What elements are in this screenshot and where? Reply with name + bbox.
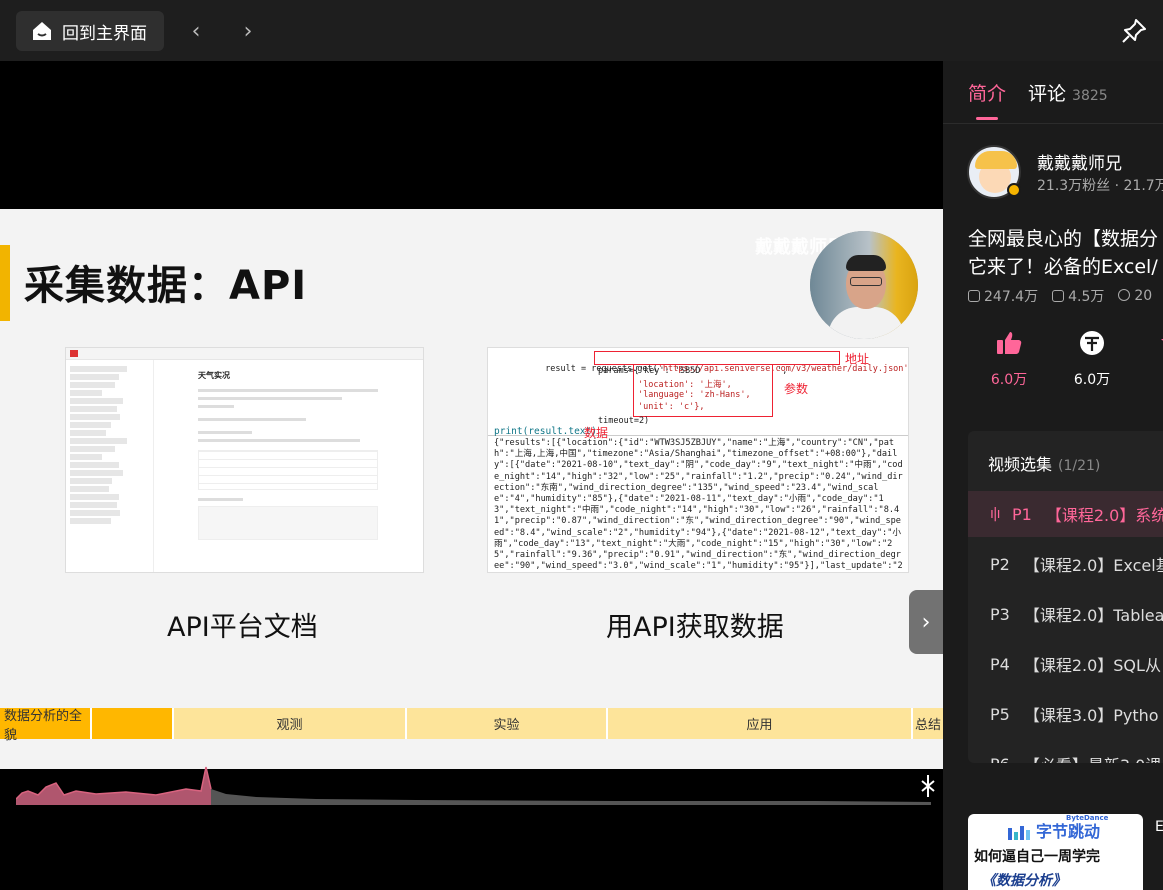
pin-icon[interactable] [1119,16,1149,46]
progress-heat-waveform[interactable] [16,761,931,805]
active-tab-underline [976,117,998,120]
left-caption: API平台文档 [167,612,318,643]
code-editor: result = requests.get('https://api.seniv… [488,348,908,440]
home-icon [33,22,51,40]
episode-list: 视频选集 (1/21) ı|ı P1 【课程2.0】系统 P2 【课程2.0】Ex… [968,431,1163,763]
ad-brand: ByteDance 字节跳动 [1036,814,1109,841]
right-sidebar: 简介 评论 3825 戴戴戴师兄 21.3万粉丝 · 21.7万 全网最良心的【数… [943,61,1163,890]
slide-frame: 采集数据：API 戴戴戴师兄 天气实况 result = requests.ge… [0,209,943,769]
note-params: 参数 [784,382,809,396]
api-doc-screenshot: 天气实况 [65,347,424,573]
episode-item[interactable]: P3 【课程2.0】Tablea [968,591,1163,637]
episode-item[interactable]: ı|ı P1 【课程2.0】系统 [968,491,1163,537]
ad-brand-small: ByteDance [1066,814,1109,822]
doc-sidebar [66,360,154,572]
doc-logo-icon [70,350,78,357]
ad-side-text: E [1155,819,1163,835]
back-to-home-button[interactable]: 回到主界面 [16,11,164,51]
presenter-webcam [810,231,918,339]
doc-heading: 天气实况 [198,371,230,380]
view-count: 247.4万 [984,289,1039,305]
back-arrow-icon[interactable]: ‹ [184,18,208,44]
divider [943,123,1163,124]
publish-date: 20 [1134,288,1153,304]
uploader-stats: 21.3万粉丝 · 21.7万 [1037,178,1163,194]
chapter-segment[interactable]: 观测 [174,708,407,739]
comments-count: 3825 [1072,88,1108,104]
sponsored-ad-card[interactable]: ByteDance 字节跳动 如何逼自己一周学完 《数据分析》 [968,814,1143,890]
ad-subline: 《数据分析》 [982,873,1066,889]
like-button[interactable]: 6.0万 [979,329,1039,389]
playing-bars-icon: ı|ı [990,506,1001,522]
uploader-name[interactable]: 戴戴戴师兄 [1037,149,1122,174]
sidebar-tabs: 简介 评论 3825 [968,79,1108,106]
danmaku-count: 4.5万 [1068,289,1105,305]
code-line-print: print(result.text) [494,426,597,437]
coin-icon [1080,331,1104,355]
json-output: {"results":[{"location":{"id":"WTW3SJ5ZB… [494,438,903,572]
note-url: 地址 [845,352,870,366]
episode-item[interactable]: P6 【必看】最新3.0课 [968,741,1163,764]
favorite-button[interactable]: 1 [1143,329,1163,385]
star-icon [1161,339,1163,341]
right-caption: 用API获取数据 [606,612,784,643]
video-player[interactable]: 采集数据：API 戴戴戴师兄 天气实况 result = requests.ge… [0,61,943,890]
tab-intro[interactable]: 简介 [968,79,1006,106]
coin-button[interactable]: 6.0万 [1062,329,1122,389]
video-meta: 247.4万 4.5万 20 [968,286,1152,306]
chapter-segment[interactable] [92,708,174,739]
slide-accent-bar [0,245,10,321]
episode-item[interactable]: P4 【课程2.0】SQL从 [968,641,1163,687]
thumbs-up-icon [997,332,1022,354]
api-code-screenshot: result = requests.get('https://api.seniv… [487,347,909,573]
scrub-handle-icon[interactable] [920,775,936,797]
doc-header [66,348,423,360]
top-bar: 回到主界面 ‹ › [0,0,1163,61]
bytedance-logo-icon [1008,826,1030,840]
favorite-count: 1 [1143,369,1163,385]
episode-item[interactable]: P5 【课程3.0】Pytho [968,691,1163,737]
tab-comments[interactable]: 评论 3825 [1028,79,1108,106]
verified-badge-icon [1007,183,1021,197]
params-highlight-box [633,364,773,417]
coin-count: 6.0万 [1073,372,1111,388]
chapter-segment[interactable]: 总结 [913,708,943,739]
slide-title: 采集数据：API [24,263,308,309]
episode-item[interactable]: P2 【课程2.0】Excel基 [968,541,1163,587]
danmaku-icon [1052,290,1065,302]
back-to-home-label: 回到主界面 [62,23,147,44]
clock-icon [1118,289,1131,301]
chapter-segment[interactable]: 实验 [407,708,608,739]
player-controls[interactable] [20,829,920,849]
ad-headline: 如何逼自己一周学完 [974,849,1100,865]
video-title: 全网最良心的【数据分 它来了！必备的Excel/ [968,228,1159,278]
play-count-icon [968,290,980,302]
next-page-chevron-icon[interactable]: › [909,590,943,654]
forward-arrow-icon[interactable]: › [236,18,260,44]
url-highlight-box [594,351,840,365]
chapter-segment[interactable]: 应用 [608,708,913,739]
doc-content: 天气实况 [198,370,378,540]
episode-list-heading: 视频选集 (1/21) [988,455,1101,474]
episode-count: (1/21) [1058,458,1101,474]
chapter-bar[interactable]: 数据分析的全貌 观测 实验 应用 总结 [0,708,943,743]
like-count: 6.0万 [990,372,1028,388]
chapter-segment[interactable]: 数据分析的全貌 [0,708,92,743]
